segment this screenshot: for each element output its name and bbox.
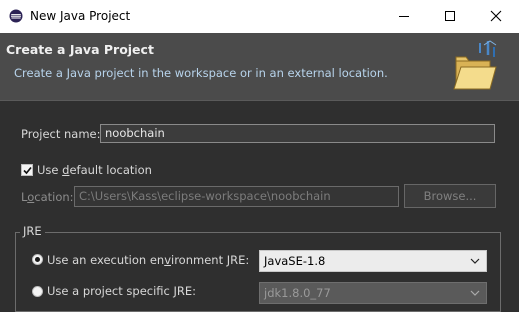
execution-environment-label[interactable]: Use an execution environment JRE: [47, 253, 249, 267]
project-name-label: Project name: [21, 127, 101, 141]
project-name-field[interactable]: noobchain [100, 124, 495, 143]
project-specific-jre-value: jdk1.8.0_77 [264, 286, 331, 300]
chevron-down-icon [470, 258, 480, 264]
execution-environment-radio[interactable] [32, 254, 43, 265]
wizard-header: Create a Java Project Create a Java proj… [0, 33, 519, 101]
maximize-button[interactable] [427, 0, 473, 33]
execution-environment-value: JavaSE-1.8 [264, 254, 326, 268]
minimize-icon [399, 16, 409, 17]
project-specific-jre-radio[interactable] [32, 286, 43, 297]
jre-group-label: JRE [20, 224, 45, 238]
project-specific-jre-label[interactable]: Use a project specific JRE: [47, 284, 196, 298]
close-icon [490, 10, 502, 22]
window-title: New Java Project [30, 9, 131, 23]
radio-selected-dot [35, 257, 40, 262]
execution-environment-select[interactable]: JavaSE-1.8 [259, 250, 487, 272]
eclipse-icon [9, 9, 23, 23]
location-label: Location: [21, 190, 74, 204]
use-default-location-label[interactable]: Use default location [37, 163, 152, 177]
use-default-location-checkbox[interactable] [21, 164, 33, 176]
chevron-down-icon [470, 290, 480, 296]
browse-button[interactable]: Browse... [404, 184, 496, 208]
wizard-title: Create a Java Project [6, 42, 154, 57]
project-specific-jre-select[interactable]: jdk1.8.0_77 [259, 282, 487, 304]
close-button[interactable] [473, 0, 519, 33]
title-bar: New Java Project [0, 0, 519, 33]
location-field[interactable]: C:\Users\Kass\eclipse-workspace\noobchai… [74, 186, 399, 207]
wizard-description: Create a Java project in the workspace o… [14, 66, 388, 80]
new-java-project-folder-icon [453, 40, 497, 90]
minimize-button[interactable] [381, 0, 427, 33]
maximize-icon [445, 11, 455, 21]
checkmark-icon [23, 166, 32, 175]
